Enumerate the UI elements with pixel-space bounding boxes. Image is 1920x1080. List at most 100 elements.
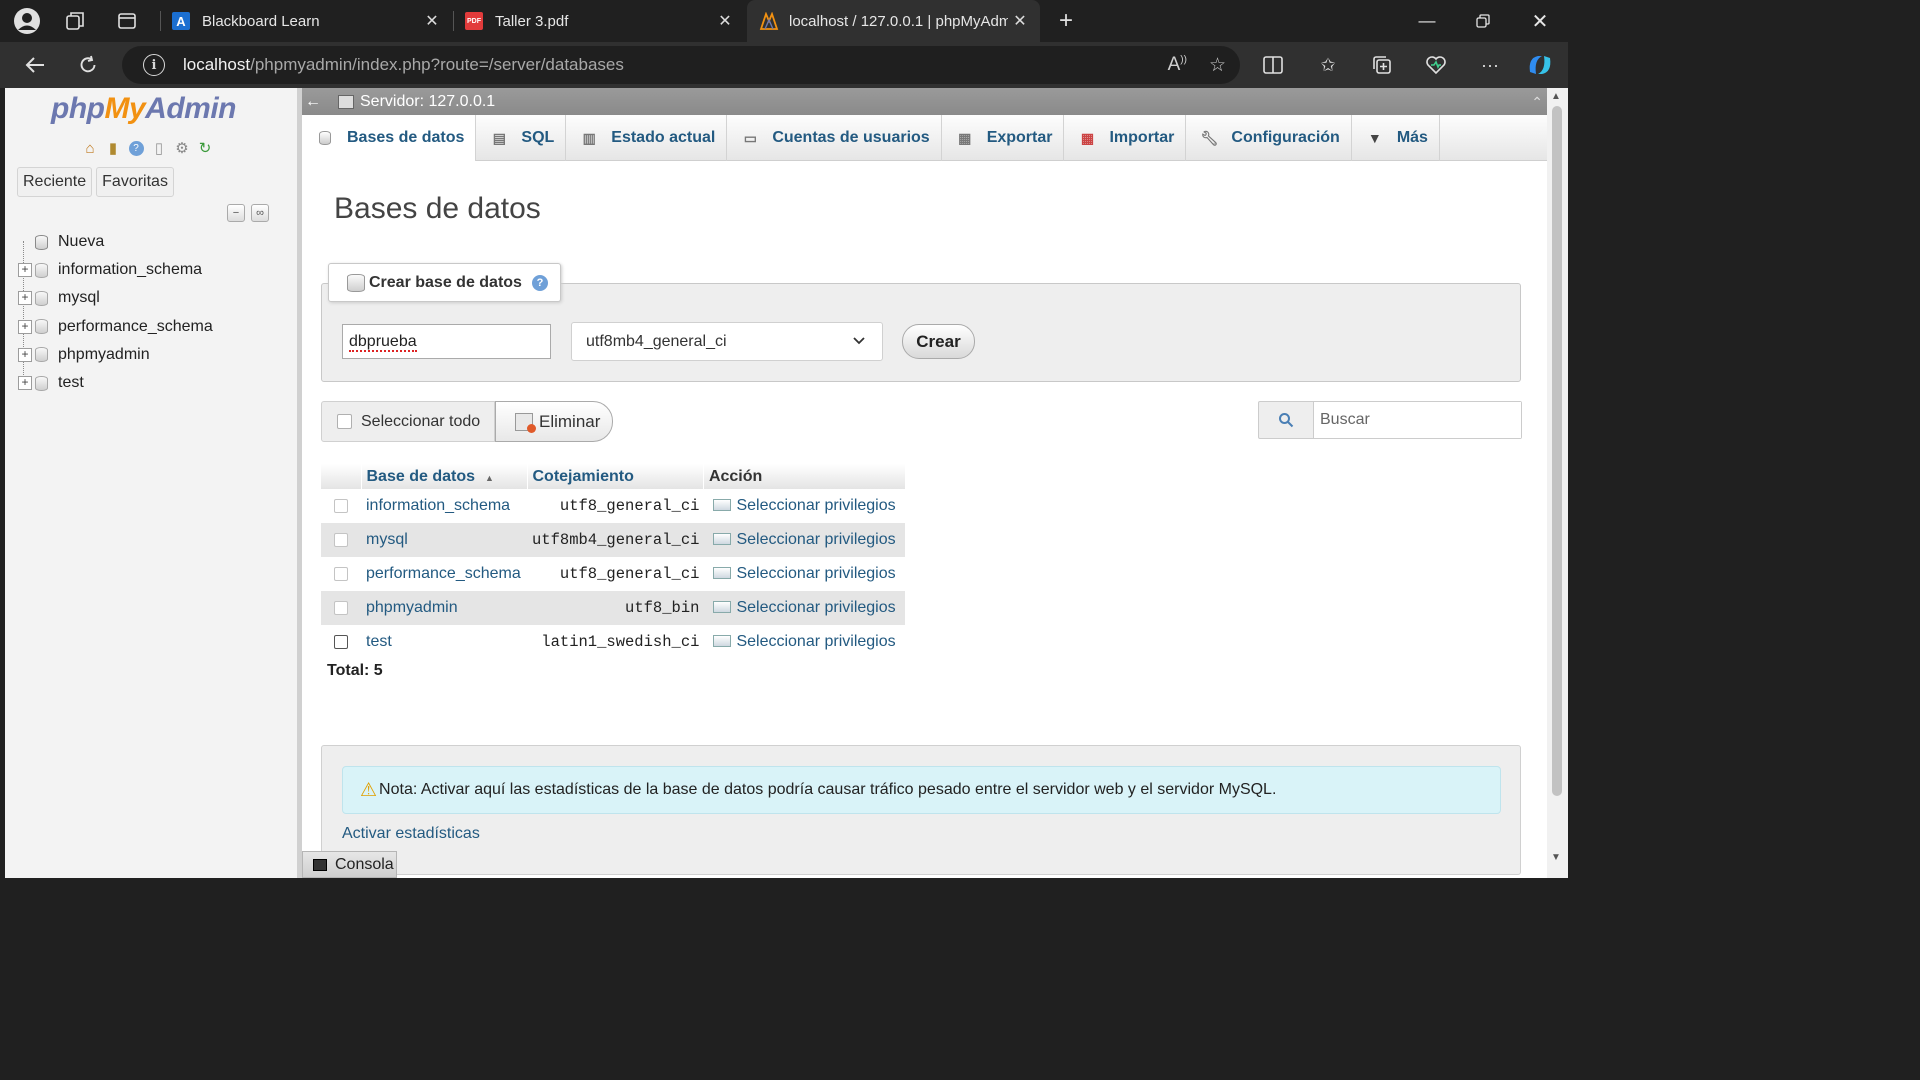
check-privileges-link[interactable]: Seleccionar privilegios — [736, 633, 895, 650]
tree-item-label[interactable]: information_schema — [58, 261, 202, 279]
row-checkbox[interactable] — [334, 499, 348, 513]
check-privileges-link[interactable]: Seleccionar privilegios — [736, 497, 895, 514]
database-link[interactable]: test — [361, 625, 527, 659]
scroll-up-arrow-icon[interactable]: ▲ — [1551, 91, 1561, 102]
menu-tab-import[interactable]: ▦ Importar — [1064, 115, 1187, 161]
tree-item-label[interactable]: Nueva — [58, 233, 104, 251]
browser-essentials-icon[interactable] — [1422, 52, 1450, 78]
recent-tab[interactable]: Reciente — [17, 167, 93, 197]
browser-tab-pdf[interactable]: PDF Taller 3.pdf ✕ — [453, 0, 745, 42]
scroll-down-arrow-icon[interactable]: ▼ — [1551, 852, 1561, 863]
action-cell[interactable]: Seleccionar privilegios — [703, 625, 905, 659]
scroll-top-icon[interactable]: ⌃ — [1531, 94, 1543, 111]
row-checkbox[interactable] — [334, 601, 348, 615]
read-aloud-icon[interactable]: A)) — [1168, 54, 1187, 77]
row-checkbox[interactable] — [334, 635, 348, 649]
menu-tab-sql[interactable]: ▤ SQL — [476, 115, 567, 161]
browser-tab-phpmyadmin[interactable]: localhost / 127.0.0.1 | phpMyAdm ✕ — [747, 0, 1040, 42]
select-all-label[interactable]: Seleccionar todo — [361, 413, 480, 431]
more-options-icon[interactable]: ··· — [1476, 52, 1504, 78]
tree-item-database[interactable]: + test — [15, 369, 213, 397]
tree-item-label[interactable]: phpmyadmin — [58, 346, 150, 364]
favorites-icon[interactable]: ✩ — [1314, 52, 1342, 78]
split-screen-icon[interactable] — [1259, 52, 1287, 78]
tab-actions-icon[interactable] — [113, 7, 141, 35]
delete-button[interactable]: Eliminar — [495, 401, 613, 442]
database-link[interactable]: information_schema — [361, 489, 527, 523]
menu-tab-databases[interactable]: Bases de datos — [302, 115, 477, 161]
collections-icon[interactable] — [1368, 52, 1396, 78]
favorite-star-icon[interactable]: ☆ — [1209, 54, 1226, 77]
action-cell[interactable]: Seleccionar privilegios — [703, 523, 906, 557]
url-bar[interactable]: i localhost/phpmyadmin/index.php?route=/… — [122, 46, 1240, 84]
minimize-icon[interactable]: — — [1399, 0, 1455, 42]
menu-tab-settings[interactable]: 🔧︎ Configuración — [1186, 115, 1352, 161]
search-input[interactable]: Buscar — [1313, 402, 1521, 438]
help-icon[interactable]: ? — [531, 274, 548, 291]
menu-tab-more[interactable]: ▼ Más — [1352, 115, 1440, 161]
favorites-tab[interactable]: Favoritas — [96, 167, 174, 197]
collapse-nav-arrow-icon[interactable]: ← — [302, 93, 324, 111]
select-all-checkbox[interactable] — [337, 414, 352, 429]
exit-icon[interactable]: ▮ — [103, 138, 123, 158]
tree-item-new[interactable]: Nueva — [15, 228, 213, 256]
close-tab-icon[interactable]: ✕ — [420, 11, 444, 31]
workspaces-icon[interactable] — [61, 7, 89, 35]
action-cell[interactable]: Seleccionar privilegios — [703, 489, 905, 523]
server-breadcrumb[interactable]: Servidor: 127.0.0.1 — [360, 93, 495, 111]
check-privileges-link[interactable]: Seleccionar privilegios — [736, 531, 895, 548]
documentation-icon[interactable]: ▯ — [149, 138, 169, 158]
expand-icon[interactable]: + — [18, 263, 32, 278]
expand-icon[interactable]: + — [18, 291, 32, 306]
header-collation[interactable]: Cotejamiento — [527, 464, 704, 489]
database-link[interactable]: phpmyadmin — [361, 591, 527, 625]
help-icon[interactable]: ? — [126, 138, 146, 158]
home-icon[interactable]: ⌂ — [80, 138, 100, 158]
create-button[interactable]: Crear — [902, 324, 975, 359]
row-checkbox[interactable] — [334, 533, 348, 547]
new-tab-icon[interactable]: + — [1052, 7, 1080, 35]
refresh-icon[interactable]: ↻ — [195, 138, 215, 158]
reload-icon[interactable] — [73, 51, 103, 79]
close-tab-icon[interactable]: ✕ — [713, 11, 737, 31]
tree-item-database[interactable]: + mysql — [15, 284, 213, 312]
collation-select[interactable]: utf8mb4_general_ci — [571, 322, 883, 361]
tree-item-database[interactable]: + phpmyadmin — [15, 341, 213, 369]
tree-item-label[interactable]: mysql — [58, 289, 100, 307]
database-link[interactable]: performance_schema — [361, 557, 527, 591]
row-checkbox[interactable] — [334, 567, 348, 581]
browser-tab-blackboard[interactable]: A Blackboard Learn ✕ — [160, 0, 452, 42]
header-database[interactable]: Base de datos ▲ — [361, 464, 528, 489]
close-window-icon[interactable]: ✕ — [1512, 0, 1568, 42]
copilot-icon[interactable] — [1526, 52, 1554, 78]
tree-item-database[interactable]: + performance_schema — [15, 313, 213, 341]
tree-item-label[interactable]: test — [58, 374, 84, 392]
database-link[interactable]: mysql — [361, 523, 527, 557]
profile-icon[interactable] — [13, 7, 41, 35]
menu-tab-user-accounts[interactable]: ▭ Cuentas de usuarios — [727, 115, 942, 161]
settings-gear-icon[interactable]: ⚙ — [172, 138, 192, 158]
link-with-main-icon[interactable]: ∞ — [251, 204, 269, 222]
database-name-input[interactable]: dbprueba — [342, 324, 551, 359]
expand-icon[interactable]: + — [18, 376, 32, 391]
menu-tab-export[interactable]: ▦ Exportar — [942, 115, 1065, 161]
check-privileges-link[interactable]: Seleccionar privilegios — [736, 599, 895, 616]
enable-statistics-link[interactable]: Activar estadísticas — [342, 825, 480, 843]
back-icon[interactable] — [20, 51, 50, 79]
scrollbar-thumb[interactable] — [1552, 106, 1562, 796]
collapse-all-icon[interactable]: − — [227, 204, 245, 222]
expand-icon[interactable]: + — [18, 347, 32, 362]
action-cell[interactable]: Seleccionar privilegios — [703, 557, 905, 591]
site-info-icon[interactable]: i — [143, 54, 165, 76]
tree-item-label[interactable]: performance_schema — [58, 318, 213, 336]
check-privileges-link[interactable]: Seleccionar privilegios — [736, 565, 895, 582]
url-text[interactable]: localhost/phpmyadmin/index.php?route=/se… — [183, 55, 624, 75]
console-toggle[interactable]: Consola — [302, 851, 397, 878]
restore-icon[interactable] — [1455, 0, 1511, 42]
close-tab-icon[interactable]: ✕ — [1008, 11, 1032, 31]
select-all[interactable]: Seleccionar todo — [321, 401, 495, 442]
menu-tab-status[interactable]: ▥ Estado actual — [566, 115, 728, 161]
tree-item-database[interactable]: + information_schema — [15, 256, 213, 284]
phpmyadmin-logo[interactable]: phpMyAdmin — [51, 92, 236, 126]
expand-icon[interactable]: + — [18, 319, 32, 334]
